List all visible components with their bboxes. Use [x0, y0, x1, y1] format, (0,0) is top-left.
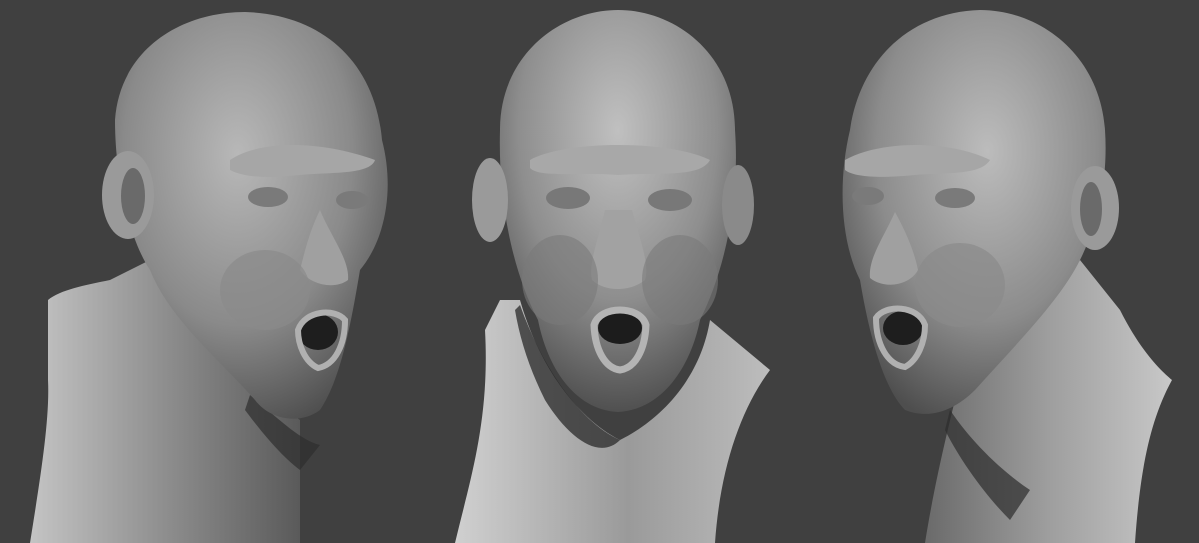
sculpt-render — [30, 10, 1172, 543]
ear-front-left — [472, 158, 508, 242]
sculpt-render-scene — [0, 0, 1199, 543]
eye-left-view-1 — [248, 187, 288, 207]
head-view-right — [842, 10, 1172, 543]
cheek-front-right — [642, 235, 718, 325]
head-view-left — [30, 12, 388, 543]
cheek-right-view — [915, 243, 1005, 327]
cheek-left-view — [220, 250, 310, 330]
eye-left-view-2 — [336, 191, 368, 209]
ear-inner-left-view — [121, 168, 145, 224]
head-view-front — [455, 10, 770, 543]
eye-front-right — [648, 189, 692, 211]
ear-front-right — [722, 165, 754, 245]
eye-right-view-1 — [852, 187, 884, 205]
cheek-front-left — [522, 235, 598, 325]
eye-front-left — [546, 187, 590, 209]
eye-right-view-2 — [935, 188, 975, 208]
ear-inner-right-view — [1080, 182, 1102, 236]
